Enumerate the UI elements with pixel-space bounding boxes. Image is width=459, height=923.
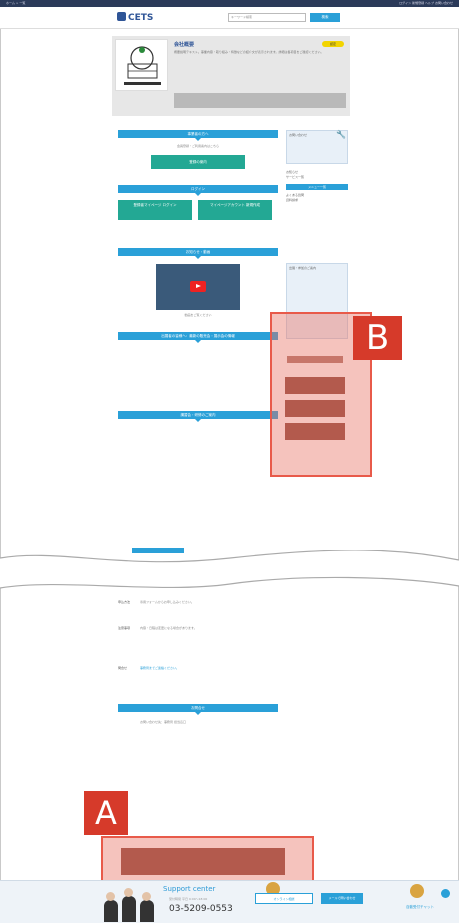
support-hours: 受付時間 平日 9:00〜18:00 [169, 897, 208, 901]
sidebar-link[interactable]: 資料請求 [286, 198, 348, 203]
detail-row: 申込方法 専用フォームからお申し込みください。 [118, 600, 194, 604]
exhibitor-text [118, 345, 278, 399]
top-links[interactable]: ログイン 新規登録 ヘルプ お問い合わせ [399, 0, 453, 7]
video-player[interactable] [156, 264, 240, 310]
status-badge: 認定 [322, 41, 344, 47]
mail-contact-button[interactable]: メールで問い合わせ [321, 893, 363, 904]
highlight-label-a: A [84, 791, 128, 835]
support-title: Support center [163, 885, 216, 893]
chat-link[interactable]: 自動受付チャット [406, 905, 434, 910]
online-consult-button[interactable]: オンライン相談 [255, 893, 313, 904]
support-staff-image [100, 884, 156, 922]
contact-row: お問い合わせ先：事務局 担当窓口 [140, 720, 186, 724]
logo-mark-icon [117, 12, 126, 21]
sidebar: お問い合わせ 🔧 お知らせ サービス一覧 メニュー一覧 よくある質問 資料請求 … [286, 130, 348, 339]
main-column: 事業者の方へ 会員登録・ご利用案内はこちら 登録の案内 ログイン 登録者マイペー… [118, 130, 278, 484]
gray-banner [174, 93, 346, 108]
company-title: 会社概要 [174, 42, 195, 48]
sidebar-menu: よくある質問 資料請求 [286, 193, 348, 203]
support-phone[interactable]: 03-5209-0553 [169, 904, 233, 914]
chat-bubble-icon[interactable] [441, 889, 450, 898]
company-description: 概要説明テキスト。事業内容・取り組み・特徴などの紹介文が表示されます。詳細は各項… [174, 50, 324, 54]
highlight-label-b: B [353, 316, 402, 360]
detail-row: 問合せ 事務局までご連絡ください。 [118, 666, 180, 670]
button-edge [132, 548, 184, 553]
detail-row: 注意事項 内容・日程は変更になる場合があります。 [118, 626, 197, 630]
support-footer: Support center 受付時間 平日 9:00〜18:00 03-520… [0, 880, 459, 923]
exhibitor-info-title: 出展・参加のご案内 [289, 266, 317, 270]
mypage-login-button[interactable]: 登録者マイページ ログイン [118, 200, 192, 220]
company-profile: 会社概要 認定 概要説明テキスト。事業内容・取り組み・特徴などの紹介文が表示され… [112, 36, 350, 116]
header: CETS キーワード検索 検索 [0, 7, 459, 29]
breadcrumb[interactable]: ホーム > 一覧 [6, 0, 25, 7]
lower-content: 申込方法 専用フォームからお申し込みください。 注意事項 内容・日程は変更になる… [118, 600, 288, 770]
seminar-text [118, 424, 278, 484]
search-button[interactable]: 検索 [310, 13, 340, 22]
contact-box[interactable]: お問い合わせ 🔧 [286, 130, 348, 164]
section-header-seminar: 講習会・研修のご案内 [118, 411, 278, 422]
chat-mascot-icon [410, 884, 424, 898]
site-logo[interactable]: CETS [117, 12, 153, 23]
section-header-contact: お問合せ [118, 704, 278, 715]
search-input[interactable]: キーワード検索 [228, 13, 306, 22]
section-header-exhibitor: 出展者の皆様へ：最新の販売会・展示会の情報 [118, 332, 278, 343]
play-icon[interactable] [190, 281, 206, 292]
company-seal-image [115, 39, 168, 91]
sidebar-links: お知らせ サービス一覧 [286, 170, 348, 180]
video-caption: 動画をご覧ください [184, 313, 212, 317]
contact-box-title: お問い合わせ [289, 133, 308, 137]
login-notes [118, 226, 278, 244]
section-text-1: 会員登録・ご利用案内はこちら [176, 144, 219, 148]
registration-guide-button[interactable]: 登録の案内 [151, 155, 245, 169]
wrench-icon: 🔧 [336, 130, 346, 139]
section-header-1: 事業者の方へ [118, 130, 278, 141]
top-nav: ホーム > 一覧 ログイン 新規登録 ヘルプ お問い合わせ [0, 0, 459, 7]
page-break-wave [0, 550, 459, 589]
sidebar-link[interactable]: サービス一覧 [286, 175, 348, 180]
section-header-video: お知らせ・動画 [118, 248, 278, 259]
sidebar-menu-header: メニュー一覧 [286, 184, 348, 190]
create-account-button[interactable]: マイページアカウント 新規作成 [198, 200, 272, 220]
section-header-login: ログイン [118, 185, 278, 196]
